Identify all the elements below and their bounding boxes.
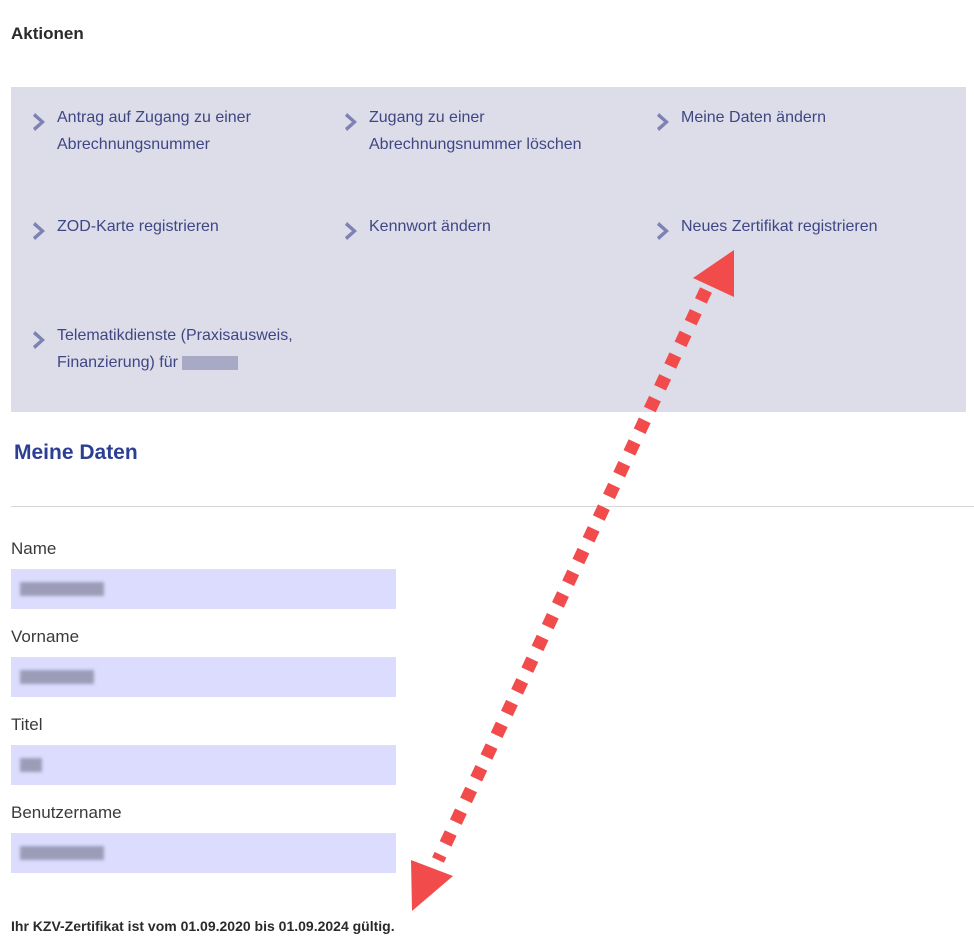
action-label-text: Telematikdienste (Praxisausweis, Finanzi… (57, 327, 293, 371)
redacted-practice-name (181, 355, 238, 370)
chevron-right-icon (33, 222, 45, 240)
action-delete-access[interactable]: Zugang zu einer Abrechnungsnummer lösche… (345, 104, 582, 158)
chevron-right-icon (657, 113, 669, 131)
my-data-heading: Meine Daten (14, 441, 138, 464)
redacted-value (20, 582, 104, 596)
action-register-zod-card[interactable]: ZOD-Karte registrieren (33, 213, 219, 241)
actions-panel: Antrag auf Zugang zu einer Abrechnungsnu… (11, 87, 966, 412)
chevron-right-icon (657, 222, 669, 240)
redacted-value (20, 846, 104, 860)
username-field[interactable] (11, 833, 396, 873)
action-label: Kennwort ändern (369, 218, 491, 235)
chevron-right-icon (345, 222, 357, 240)
action-change-password[interactable]: Kennwort ändern (345, 213, 491, 241)
chevron-right-icon (345, 113, 357, 131)
action-label: Antrag auf Zugang zu einer Abrechnungsnu… (57, 109, 251, 153)
title-field[interactable] (11, 745, 396, 785)
name-field[interactable] (11, 569, 396, 609)
action-label: Neues Zertifikat registrieren (681, 218, 878, 235)
chevron-right-icon (33, 113, 45, 131)
title-label: Titel (11, 715, 43, 734)
divider (11, 506, 974, 507)
certificate-validity-note: Ihr KZV-Zertifikat ist vom 01.09.2020 bi… (11, 918, 395, 934)
actions-title: Aktionen (11, 24, 84, 43)
action-label: Zugang zu einer Abrechnungsnummer lösche… (369, 109, 582, 153)
first-name-field[interactable] (11, 657, 396, 697)
chevron-right-icon (33, 331, 45, 349)
action-register-certificate[interactable]: Neues Zertifikat registrieren (657, 213, 878, 241)
username-label: Benutzername (11, 803, 122, 822)
page: Aktionen Antrag auf Zugang zu einer Abre… (0, 0, 974, 948)
action-request-access[interactable]: Antrag auf Zugang zu einer Abrechnungsnu… (33, 104, 251, 158)
name-label: Name (11, 539, 57, 558)
action-label: Meine Daten ändern (681, 109, 826, 126)
redacted-value (20, 758, 42, 772)
first-name-label: Vorname (11, 627, 80, 646)
redacted-value (20, 670, 94, 684)
action-label: Telematikdienste (Praxisausweis, Finanzi… (57, 322, 293, 376)
action-label: ZOD-Karte registrieren (57, 218, 219, 235)
action-telematik-services[interactable]: Telematikdienste (Praxisausweis, Finanzi… (33, 322, 293, 376)
annotation-arrowhead-down (411, 860, 453, 911)
action-edit-my-data[interactable]: Meine Daten ändern (657, 104, 826, 132)
